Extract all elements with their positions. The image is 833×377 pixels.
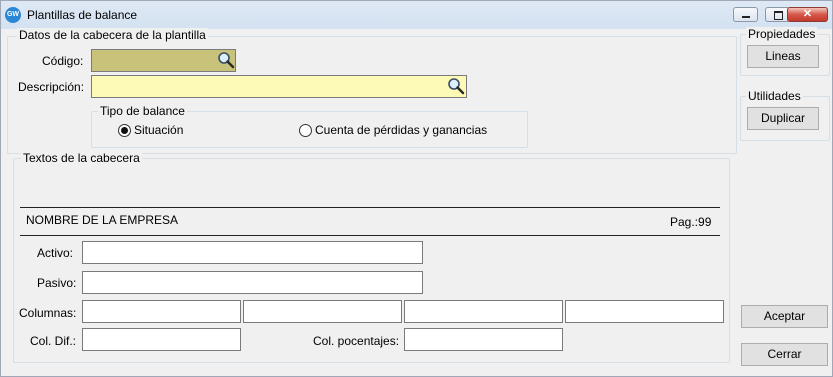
radio-selected-dot — [121, 127, 128, 134]
header-top-rule — [20, 207, 720, 208]
close-button[interactable]: ✕ — [787, 7, 828, 22]
activo-label: Activo: — [37, 246, 74, 260]
propiedades-legend: Propiedades — [746, 27, 818, 41]
columna-field-4[interactable] — [565, 300, 724, 323]
activo-field[interactable] — [82, 241, 423, 264]
duplicar-button[interactable]: Duplicar — [747, 107, 819, 130]
pasivo-field[interactable] — [82, 271, 423, 294]
columna-field-3[interactable] — [404, 300, 563, 323]
app-icon: GW — [5, 7, 21, 23]
maximize-icon — [774, 11, 783, 20]
window: GW Plantillas de balance ✕ Datos de la c… — [0, 0, 833, 377]
columna-field-1[interactable] — [82, 300, 241, 323]
minimize-icon — [742, 16, 750, 18]
textos-cabecera-legend: Textos de la cabecera — [21, 151, 142, 165]
company-name-text: NOMBRE DE LA EMPRESA — [26, 213, 179, 227]
close-icon: ✕ — [802, 8, 813, 20]
radio-situacion-label[interactable]: Situación — [134, 123, 183, 137]
radio-situacion[interactable] — [118, 124, 131, 137]
col-porcentajes-field[interactable] — [404, 328, 563, 351]
radio-perdidas-ganancias-label[interactable]: Cuenta de pérdidas y ganancias — [315, 123, 487, 137]
codigo-label: Código: — [42, 54, 84, 68]
window-title: Plantillas de balance — [27, 8, 138, 22]
tipo-balance-legend: Tipo de balance — [98, 104, 187, 118]
columnas-label: Columnas: — [19, 306, 77, 320]
aceptar-button[interactable]: Aceptar — [741, 305, 828, 328]
col-dif-label: Col. Dif.: — [30, 334, 77, 348]
header-bottom-rule — [20, 235, 720, 236]
codigo-search-icon[interactable] — [217, 51, 235, 69]
header-data-legend: Datos de la cabecera de la plantilla — [17, 28, 208, 42]
pasivo-label: Pasivo: — [37, 276, 77, 290]
radio-perdidas-ganancias[interactable] — [299, 124, 312, 137]
codigo-field[interactable] — [91, 49, 236, 72]
title-bar[interactable]: GW Plantillas de balance ✕ — [1, 1, 832, 29]
descripcion-field[interactable] — [91, 75, 467, 98]
lineas-button[interactable]: Lineas — [747, 45, 819, 68]
descripcion-label: Descripción: — [18, 80, 85, 94]
col-porcentajes-label: Col. pocentajes: — [313, 334, 400, 348]
minimize-button[interactable] — [733, 7, 758, 22]
descripcion-search-icon[interactable] — [447, 77, 465, 95]
utilidades-legend: Utilidades — [746, 89, 803, 103]
page-number-text: Pag.:99 — [670, 215, 712, 229]
columna-field-2[interactable] — [243, 300, 402, 323]
cerrar-button[interactable]: Cerrar — [741, 343, 828, 366]
col-dif-field[interactable] — [82, 328, 241, 351]
